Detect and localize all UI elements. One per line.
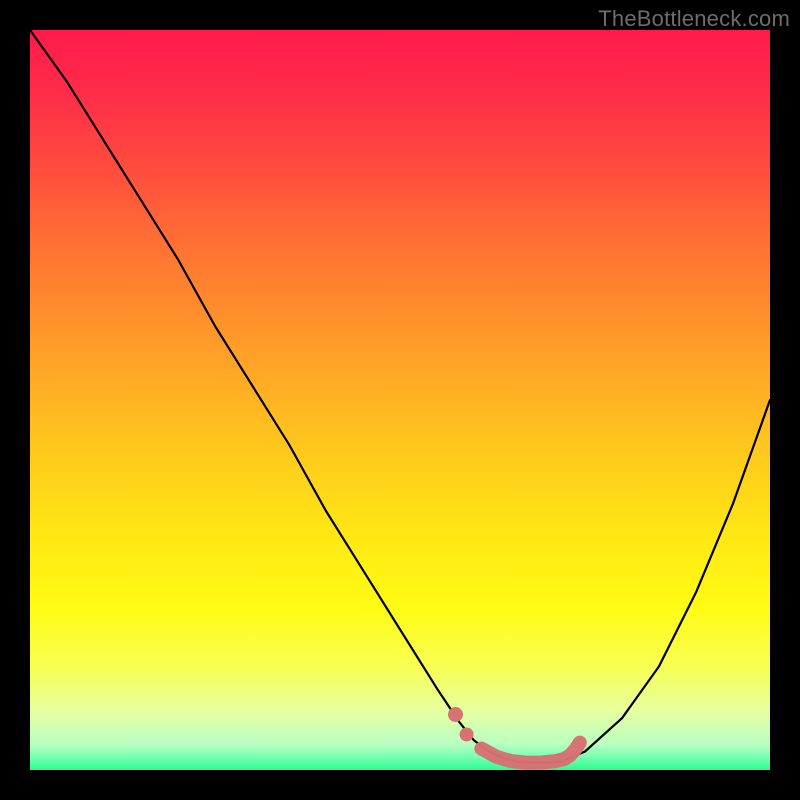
highlight-band: [481, 743, 579, 763]
bottleneck-curve: [30, 30, 770, 763]
chart-overlay: [30, 30, 770, 770]
plot-area: [30, 30, 770, 770]
highlight-dot: [448, 707, 463, 722]
highlight-dot: [460, 727, 474, 741]
chart-frame: TheBottleneck.com: [0, 0, 800, 800]
watermark-text: TheBottleneck.com: [598, 6, 790, 32]
